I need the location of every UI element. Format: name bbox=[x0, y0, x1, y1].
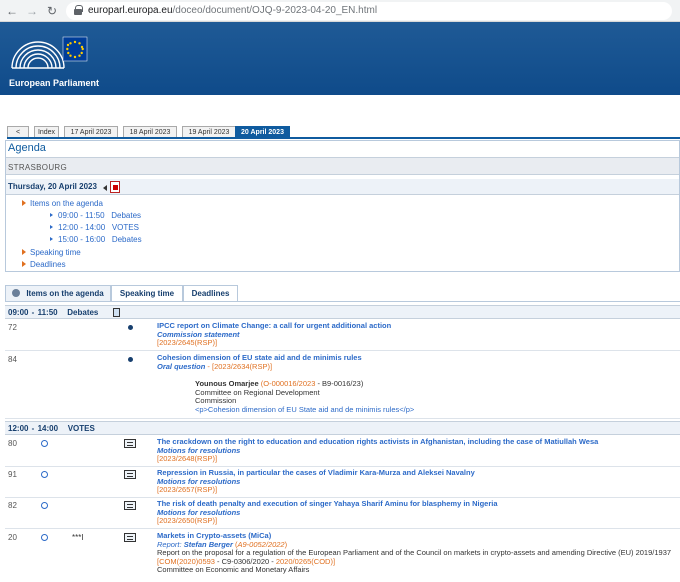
site-header: European Parliament bbox=[0, 22, 680, 95]
triangle-right-icon bbox=[50, 237, 53, 241]
arrow-right-icon[interactable]: → bbox=[24, 3, 40, 19]
toc-deadlines[interactable]: Deadlines bbox=[22, 260, 66, 269]
tab-deadlines[interactable]: Deadlines bbox=[183, 285, 238, 302]
toc-session-1[interactable]: 09:00 - 11:50 Debates bbox=[50, 211, 141, 220]
toc-speaking-time[interactable]: Speaking time bbox=[22, 248, 81, 257]
procedure-link[interactable]: 2023/2657(RSP) bbox=[159, 485, 215, 494]
lock-icon bbox=[74, 5, 83, 15]
tab-items-on-agenda[interactable]: Items on the agenda bbox=[5, 285, 111, 302]
reload-icon[interactable]: ↻ bbox=[44, 3, 60, 19]
vote-icon[interactable] bbox=[124, 501, 136, 510]
clock-icon bbox=[41, 534, 48, 541]
toc-session-2[interactable]: 12:00 - 14:00 VOTES bbox=[50, 223, 139, 232]
toc-session-3[interactable]: 15:00 - 16:00 Debates bbox=[50, 235, 142, 244]
triangle-right-icon bbox=[22, 200, 26, 206]
item-subtitle: Commission statement bbox=[157, 329, 240, 339]
hourglass-icon bbox=[113, 308, 120, 317]
bullet-icon bbox=[128, 325, 133, 330]
question-link[interactable]: O-000016/2023 bbox=[263, 379, 315, 388]
triangle-right-icon bbox=[50, 213, 53, 217]
address-bar[interactable]: europarl.europa.eu/doceo/document/OJQ-9-… bbox=[66, 2, 672, 20]
tabs-divider bbox=[7, 137, 680, 139]
bullet-icon bbox=[128, 357, 133, 362]
browser-toolbar: ← → ↻ europarl.europa.eu/doceo/document/… bbox=[0, 0, 680, 22]
european-parliament-logo-icon[interactable] bbox=[8, 32, 90, 74]
toc-items-on-agenda[interactable]: Items on the agenda bbox=[22, 199, 103, 208]
procedure-link[interactable]: 2023/2634(RSP) bbox=[214, 362, 270, 371]
triangle-right-icon bbox=[22, 261, 26, 267]
location-bar: STRASBOURG bbox=[6, 157, 679, 175]
site-name: European Parliament bbox=[9, 78, 100, 88]
procedure-link[interactable]: 2023/2648(RSP) bbox=[159, 454, 215, 463]
gear-icon bbox=[12, 289, 21, 297]
agenda-item: 91 Repression in Russia, in particular t… bbox=[5, 467, 680, 498]
procedure-link[interactable]: 2023/2645(RSP) bbox=[159, 338, 215, 347]
item-subtitle: Motions for resolutions bbox=[157, 445, 241, 455]
url-text[interactable]: europarl.europa.eu/doceo/document/OJQ-9-… bbox=[88, 5, 377, 16]
item-number: 84 bbox=[8, 355, 17, 364]
agenda-item: 20 ***I Markets in Crypto-assets (MiCa) … bbox=[5, 530, 680, 580]
item-number: 80 bbox=[8, 439, 17, 448]
item-subtitle: Motions for resolutions bbox=[157, 476, 241, 486]
session-header: 12:00 - 14:00 VOTES bbox=[5, 421, 680, 435]
content-tabs-divider bbox=[5, 301, 680, 302]
item-number: 82 bbox=[8, 501, 17, 510]
clock-icon bbox=[41, 471, 48, 478]
item-number: 72 bbox=[8, 323, 17, 332]
vote-icon[interactable] bbox=[124, 470, 136, 479]
agenda-panel: Agenda STRASBOURG Thursday, 20 April 202… bbox=[5, 140, 680, 272]
committee-name: Committee on Regional Development bbox=[195, 387, 320, 397]
item-subtitle: Motions for resolutions bbox=[157, 507, 241, 517]
question-author: Younous Omarjee bbox=[195, 379, 259, 388]
clock-icon bbox=[41, 440, 48, 447]
previous-day-icon[interactable] bbox=[103, 185, 107, 191]
tab-speaking-time[interactable]: Speaking time bbox=[111, 285, 183, 302]
vote-icon[interactable] bbox=[124, 439, 136, 448]
clock-icon bbox=[41, 502, 48, 509]
page-title: Agenda bbox=[8, 142, 46, 154]
location-label: STRASBOURG bbox=[8, 163, 68, 172]
arrow-left-icon[interactable]: ← bbox=[4, 3, 20, 19]
committee-name: Committee on Economic and Monetary Affai… bbox=[157, 565, 310, 574]
vote-icon[interactable] bbox=[124, 533, 136, 542]
agenda-date: Thursday, 20 April 2023 bbox=[8, 182, 97, 191]
question-subject: <p>Cohesion dimension of EU State aid an… bbox=[195, 404, 415, 414]
procedure-stage: ***I bbox=[72, 533, 84, 542]
triangle-right-icon bbox=[50, 225, 53, 229]
procedure-link[interactable]: 2023/2650(RSP) bbox=[159, 516, 215, 525]
triangle-right-icon bbox=[22, 249, 26, 255]
agenda-item: 80 The crackdown on the right to educati… bbox=[5, 436, 680, 467]
item-number: 91 bbox=[8, 470, 17, 479]
item-number: 20 bbox=[8, 533, 17, 542]
date-bar: Thursday, 20 April 2023 bbox=[6, 179, 679, 195]
agenda-item: 72 IPCC report on Climate Change: a call… bbox=[5, 320, 680, 351]
agenda-item: 82 The risk of death penalty and executi… bbox=[5, 498, 680, 529]
session-header: 09:00 - 11:50 Debates bbox=[5, 305, 680, 319]
item-subtitle: Oral question bbox=[157, 361, 206, 371]
pdf-icon[interactable] bbox=[110, 181, 120, 193]
agenda-item: 84 Cohesion dimension of EU state aid an… bbox=[5, 352, 680, 419]
